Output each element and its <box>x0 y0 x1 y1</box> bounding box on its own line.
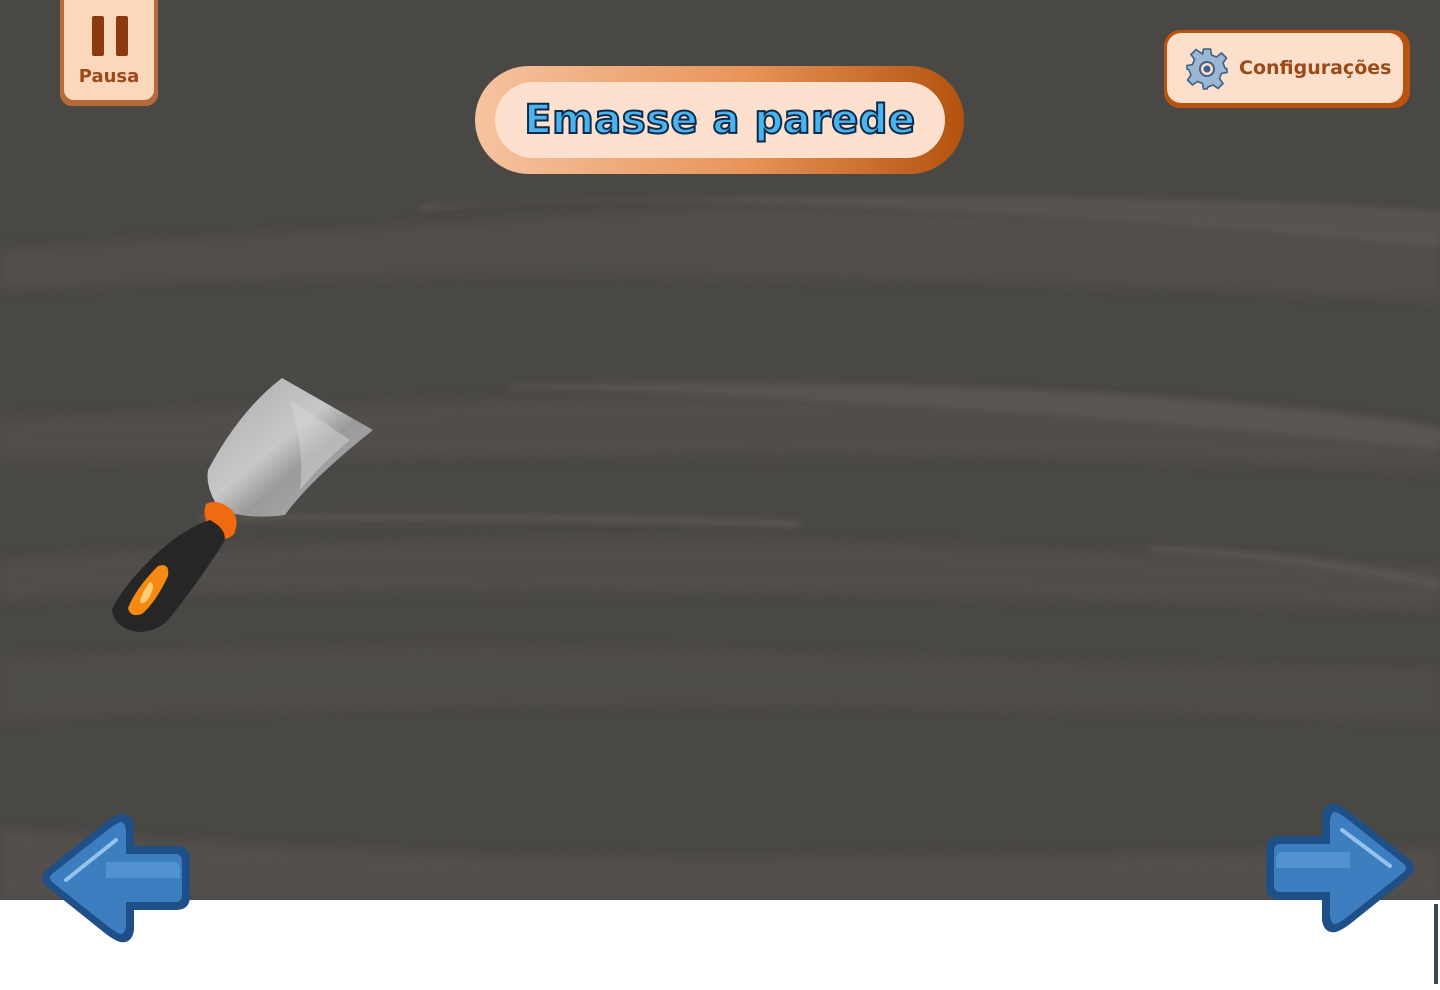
pause-button[interactable]: Pausa <box>60 0 158 106</box>
putty-knife-icon[interactable] <box>100 370 390 650</box>
settings-button[interactable]: Configurações <box>1164 30 1410 108</box>
game-title: Emasse a parede <box>523 96 916 144</box>
settings-label: Configurações <box>1239 57 1392 79</box>
pause-icon-bar <box>116 16 128 56</box>
pause-label: Pausa <box>78 66 140 87</box>
game-stage: Pausa Emasse a parede Configurações <box>0 0 1440 990</box>
settings-button-face: Configurações <box>1167 33 1403 103</box>
pause-button-face: Pausa <box>64 0 154 100</box>
putty-knife-handle <box>112 520 225 632</box>
title-banner: Emasse a parede <box>475 66 964 174</box>
title-banner-inner: Emasse a parede <box>495 82 945 158</box>
arrow-right-icon[interactable] <box>1262 800 1420 936</box>
bottom-panel <box>0 900 1440 990</box>
gear-icon <box>1186 48 1228 90</box>
pause-icon <box>92 16 104 56</box>
arrow-left-icon[interactable] <box>36 810 194 946</box>
edge-divider <box>1434 904 1438 984</box>
putty-knife-blade <box>207 378 373 517</box>
